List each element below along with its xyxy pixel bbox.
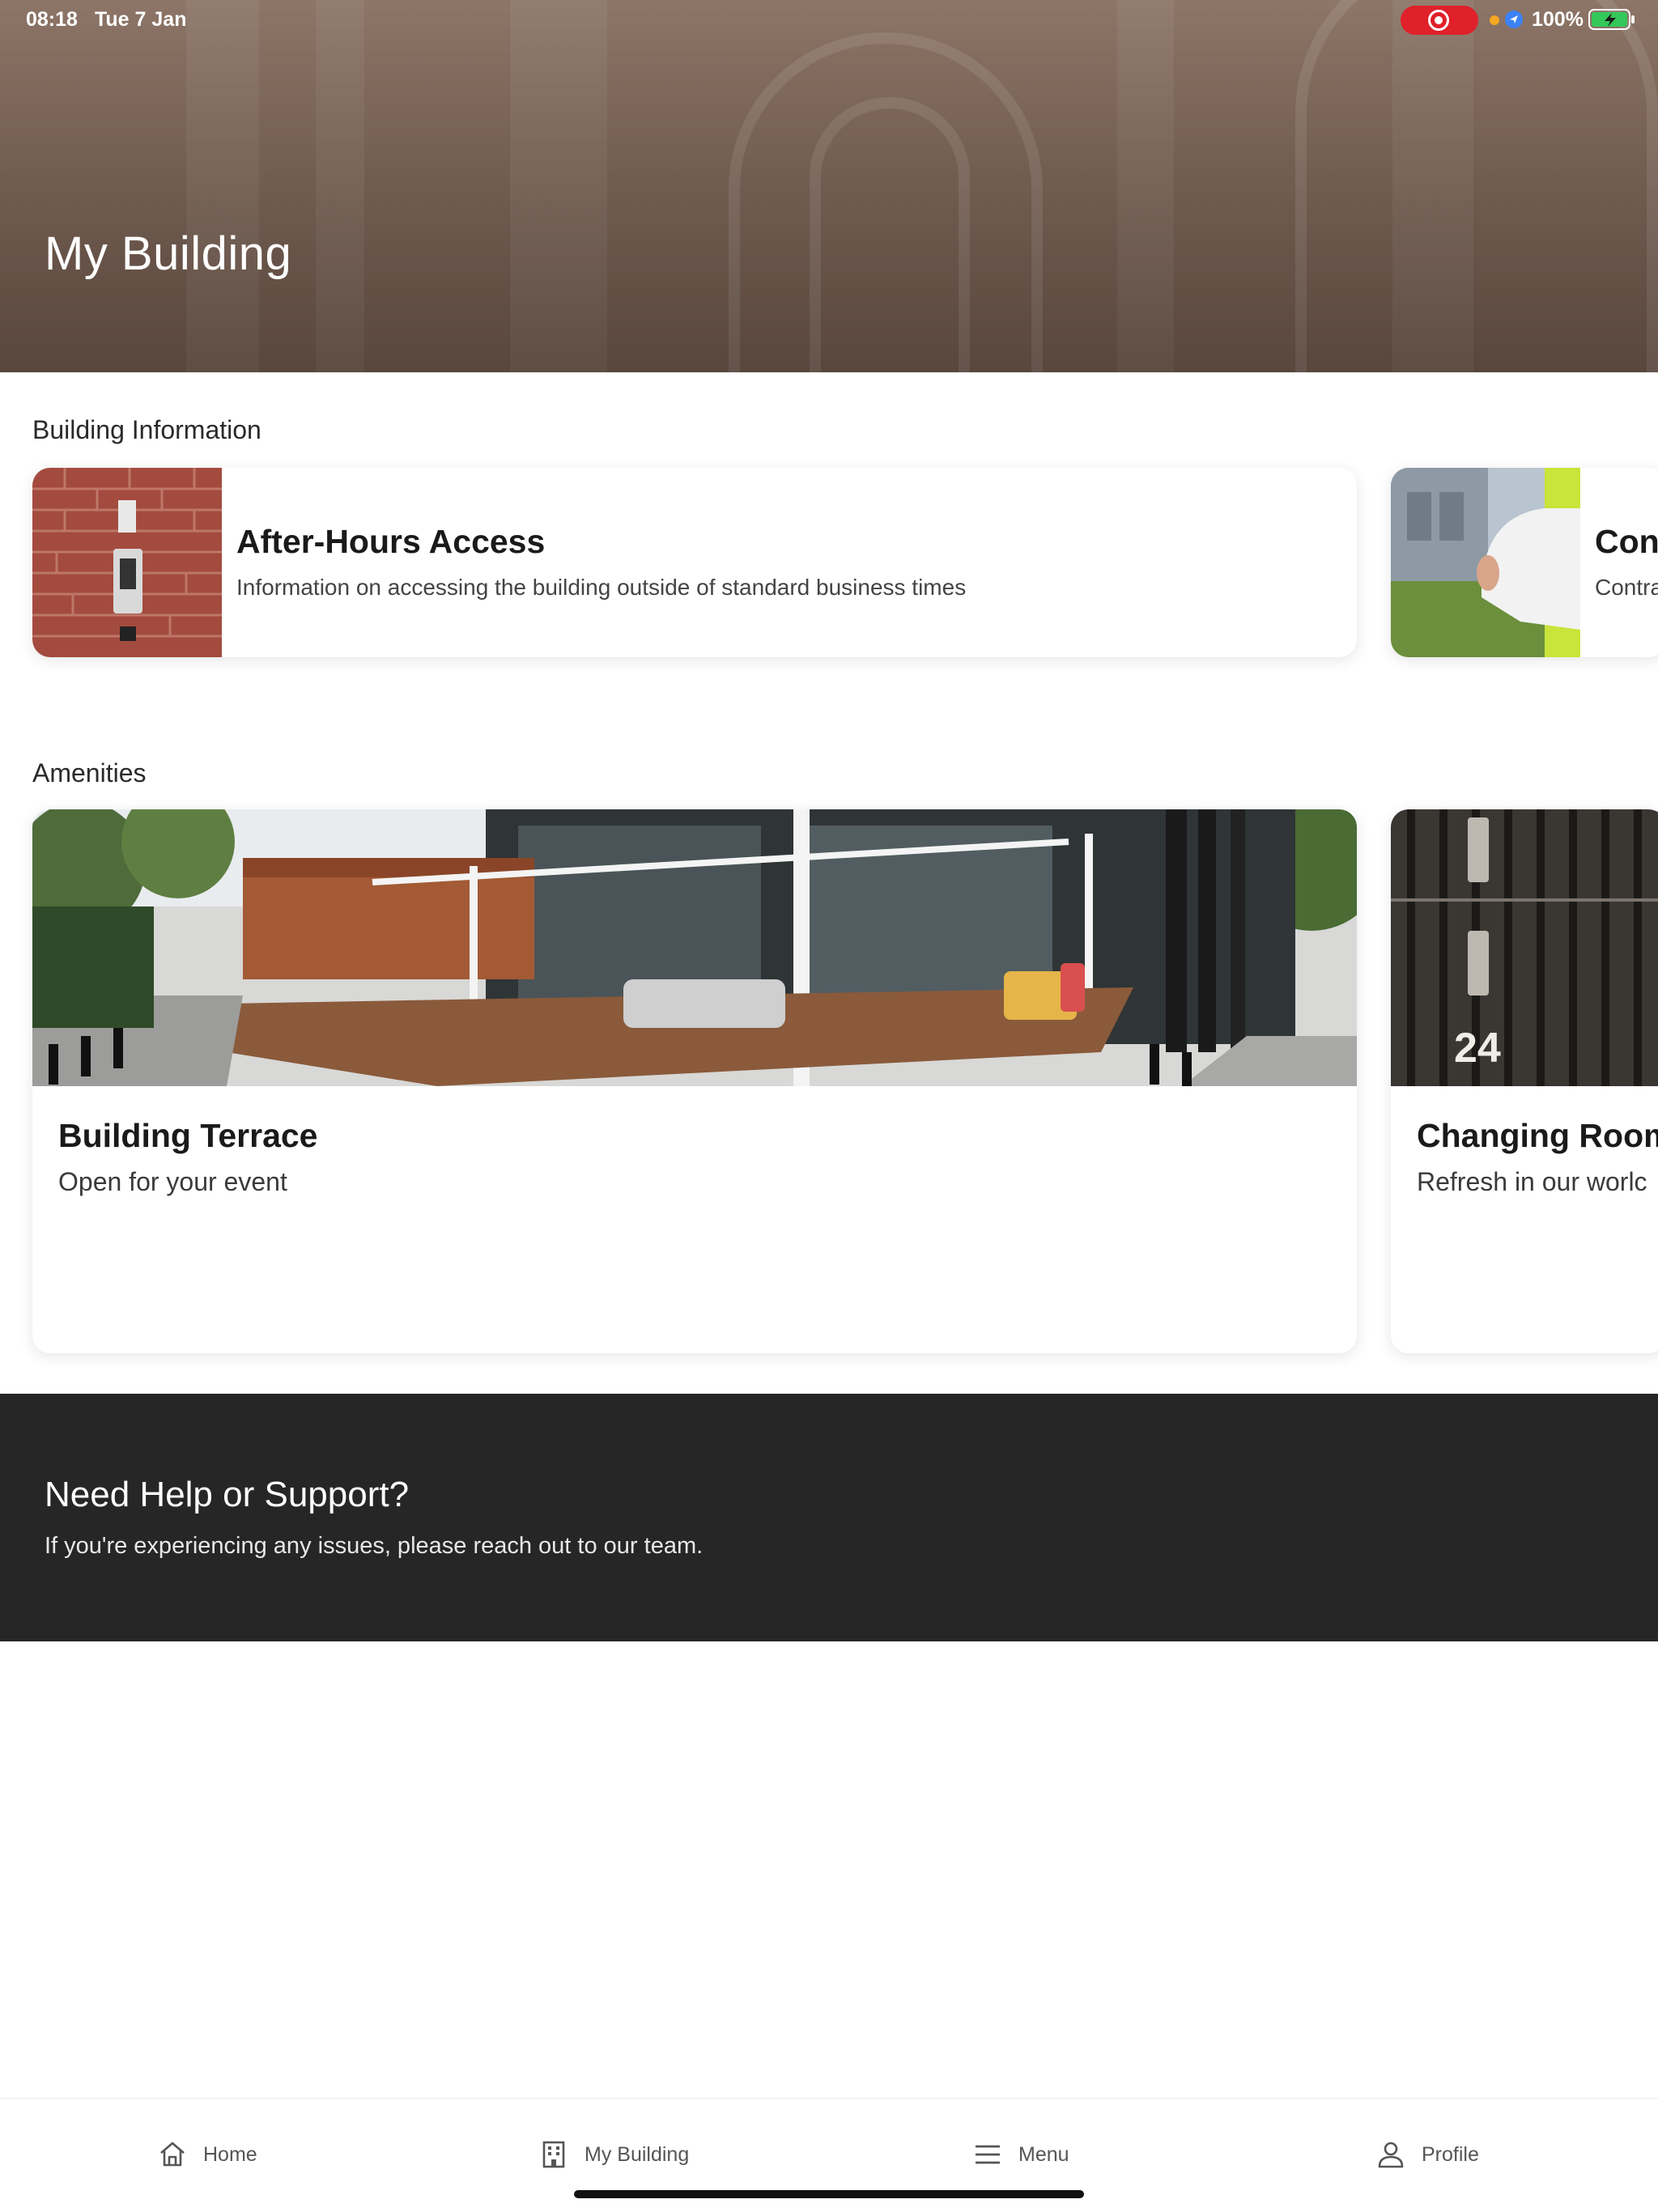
page-title: My Building xyxy=(45,227,292,280)
section-label-building-information: Building Information xyxy=(32,415,261,444)
hero-banner: 08:18 Tue 7 Jan 100% My Building xyxy=(0,0,1658,372)
info-card-contractors[interactable]: Con Contra xyxy=(1391,468,1658,657)
info-card-description: Contra xyxy=(1595,575,1658,600)
info-card-title: Con xyxy=(1595,523,1658,560)
profile-icon xyxy=(1378,2142,1404,2168)
support-banner[interactable]: Need Help or Support? If you're experien… xyxy=(0,1394,1658,1641)
tab-menu[interactable]: Menu xyxy=(971,2134,1069,2175)
tab-my-building[interactable]: My Building xyxy=(538,2134,689,2175)
mic-indicator-dot xyxy=(1490,15,1499,25)
hard-hat-image xyxy=(1391,468,1580,657)
access-keypad-image xyxy=(32,468,222,657)
hero-shade xyxy=(0,0,1658,372)
amenity-card-subtitle: Open for your event xyxy=(58,1167,287,1196)
screen-recording-icon[interactable] xyxy=(1401,6,1478,35)
support-text: If you're experiencing any issues, pleas… xyxy=(45,1533,704,1559)
tab-label: Home xyxy=(203,2142,257,2166)
home-icon xyxy=(160,2142,185,2167)
info-card-description: Information on accessing the building ou… xyxy=(236,575,967,600)
amenity-card-changing-room[interactable]: 24 Changing Room Refresh in our worlc xyxy=(1391,809,1658,1353)
status-time: 08:18 xyxy=(26,8,78,31)
amenity-card-subtitle: Refresh in our worlc xyxy=(1417,1167,1647,1196)
home-indicator[interactable] xyxy=(574,2190,1084,2198)
info-card-title: After-Hours Access xyxy=(236,523,546,560)
locker-number: 24 xyxy=(1454,1025,1501,1072)
tab-label: My Building xyxy=(585,2142,690,2166)
status-date: Tue 7 Jan xyxy=(95,8,187,31)
tab-profile[interactable]: Profile xyxy=(1375,2134,1479,2175)
amenity-card-title: Building Terrace xyxy=(58,1117,318,1154)
battery-percentage: 100% xyxy=(1532,8,1584,31)
amenity-card-title: Changing Room xyxy=(1417,1117,1658,1154)
status-bar: 08:18 Tue 7 Jan 100% xyxy=(0,0,1658,40)
menu-icon xyxy=(976,2145,1000,2164)
lockers-image: 24 xyxy=(1391,809,1658,1086)
building-icon xyxy=(542,2141,565,2168)
info-card-after-hours-access[interactable]: After-Hours Access Information on access… xyxy=(32,468,1357,657)
battery-charging-icon xyxy=(1588,9,1635,30)
support-title: Need Help or Support? xyxy=(45,1475,410,1514)
amenity-card-building-terrace[interactable]: Building Terrace Open for your event xyxy=(32,809,1357,1353)
tab-home[interactable]: Home xyxy=(156,2134,257,2175)
terrace-image xyxy=(32,809,1357,1086)
tab-label: Profile xyxy=(1422,2142,1479,2166)
section-label-amenities: Amenities xyxy=(32,758,147,788)
tab-label: Menu xyxy=(1018,2142,1069,2166)
location-icon xyxy=(1505,11,1523,28)
